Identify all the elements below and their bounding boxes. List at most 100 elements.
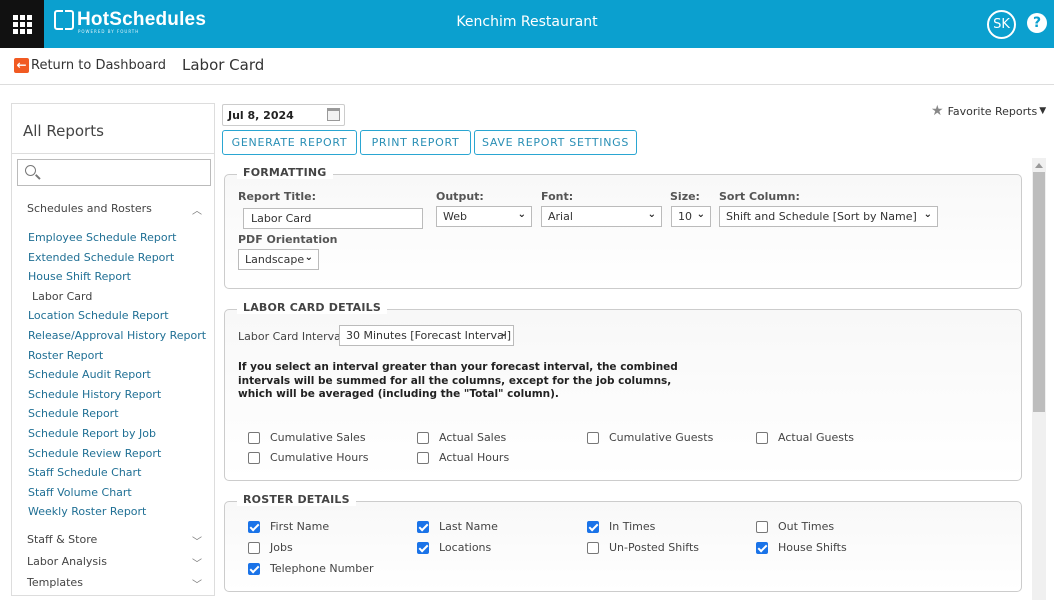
page-title: Labor Card [182, 56, 265, 74]
checkbox-un-posted-shifts[interactable]: Un-Posted Shifts [587, 541, 699, 554]
size-select[interactable]: 10 ⌄ [671, 206, 711, 227]
checkbox-actual-hours[interactable]: Actual Hours [417, 451, 509, 464]
checkbox-telephone-number[interactable]: Telephone Number [248, 562, 374, 575]
checkbox[interactable] [587, 431, 599, 444]
help-icon[interactable]: ? [1027, 13, 1047, 33]
chevron-down-icon: ⌄ [304, 252, 313, 263]
checkbox-label: Jobs [270, 541, 293, 554]
pdf-orientation-select[interactable]: Landscape ⌄ [238, 249, 319, 270]
checkbox[interactable] [417, 541, 429, 554]
checkbox-actual-sales[interactable]: Actual Sales [417, 431, 506, 444]
sort-column-select[interactable]: Shift and Schedule [Sort by Name] ⌄ [719, 206, 938, 227]
interval-note: If you select an interval greater than y… [238, 361, 678, 400]
checkbox[interactable] [248, 541, 260, 554]
report-link[interactable]: Release/Approval History Report [28, 326, 206, 346]
report-link[interactable]: House Shift Report [28, 267, 206, 287]
checkbox[interactable] [756, 431, 768, 444]
report-settings-panel: FORMATTING Report Title: Labor Card Outp… [220, 160, 1034, 600]
roster-legend: ROSTER DETAILS [237, 493, 356, 506]
labor-card-interval-select[interactable]: 30 Minutes [Forecast Interval] ⌄ [339, 325, 514, 346]
report-search-input[interactable] [17, 159, 211, 186]
favorite-reports-dropdown[interactable]: ★ Favorite Reports ▼ [931, 103, 1046, 119]
section-templates[interactable]: Templates ﹀ [27, 576, 202, 591]
checkbox[interactable] [756, 541, 768, 554]
checkbox[interactable] [248, 431, 260, 444]
checkbox[interactable] [587, 541, 599, 554]
section-label: Templates [27, 576, 83, 589]
date-value: Jul 8, 2024 [228, 109, 294, 122]
scroll-up-arrow-icon[interactable] [1035, 163, 1043, 168]
checkbox-locations[interactable]: Locations [417, 541, 491, 554]
checkbox-cumulative-sales[interactable]: Cumulative Sales [248, 431, 366, 444]
sidebar-title: All Reports [12, 104, 214, 154]
checkbox-actual-guests[interactable]: Actual Guests [756, 431, 854, 444]
report-link[interactable]: Schedule Report by Job [28, 424, 206, 444]
report-link[interactable]: Employee Schedule Report [28, 228, 206, 248]
checkbox-label: In Times [609, 520, 656, 533]
checkbox-label: Telephone Number [270, 562, 374, 575]
checkbox-label: Out Times [778, 520, 835, 533]
vertical-scrollbar[interactable] [1032, 158, 1046, 600]
report-link[interactable]: Location Schedule Report [28, 306, 206, 326]
section-schedules-and-rosters[interactable]: Schedules and Rosters ︿ [27, 202, 202, 217]
section-staff-and-store[interactable]: Staff & Store ﹀ [27, 533, 202, 548]
checkbox[interactable] [417, 431, 429, 444]
checkbox-cumulative-hours[interactable]: Cumulative Hours [248, 451, 369, 464]
report-link[interactable]: Schedule Audit Report [28, 365, 206, 385]
scrollbar-thumb[interactable] [1033, 172, 1045, 412]
font-select[interactable]: Arial ⌄ [541, 206, 662, 227]
labor-card-legend: LABOR CARD DETAILS [237, 301, 388, 314]
report-link[interactable]: Weekly Roster Report [28, 502, 206, 522]
chevron-down-icon: ⌄ [647, 209, 656, 220]
checkbox[interactable] [248, 451, 260, 464]
checkbox[interactable] [756, 520, 768, 533]
chevron-down-icon: ⌄ [517, 209, 526, 220]
generate-report-button[interactable]: GENERATE REPORT [222, 130, 357, 155]
save-report-settings-button[interactable]: SAVE REPORT SETTINGS [474, 130, 637, 155]
output-select[interactable]: Web ⌄ [436, 206, 532, 227]
checkbox-house-shifts[interactable]: House Shifts [756, 541, 847, 554]
checkbox[interactable] [248, 562, 260, 575]
section-label: Schedules and Rosters [27, 202, 152, 215]
report-date-input[interactable]: Jul 8, 2024 [222, 104, 345, 126]
orientation-value: Landscape [245, 253, 305, 266]
checkbox-in-times[interactable]: In Times [587, 520, 655, 533]
calendar-icon[interactable] [327, 108, 340, 121]
report-link[interactable]: Staff Volume Chart [28, 483, 206, 503]
checkbox-label: Cumulative Guests [609, 431, 714, 444]
report-link[interactable]: Schedule Review Report [28, 444, 206, 464]
checkbox-first-name[interactable]: First Name [248, 520, 329, 533]
report-title-input[interactable]: Labor Card [243, 208, 423, 229]
checkbox-label: Actual Hours [439, 451, 510, 464]
checkbox[interactable] [587, 520, 599, 533]
checkbox[interactable] [417, 451, 429, 464]
checkbox-cumulative-guests[interactable]: Cumulative Guests [587, 431, 713, 444]
font-label: Font: [541, 190, 574, 203]
section-labor-analysis[interactable]: Labor Analysis ﹀ [27, 555, 202, 570]
star-icon: ★ [931, 103, 944, 119]
checkbox[interactable] [248, 520, 260, 533]
checkbox-last-name[interactable]: Last Name [417, 520, 498, 533]
return-to-dashboard-link[interactable]: ← Return to Dashboard [14, 58, 166, 73]
checkbox-out-times[interactable]: Out Times [756, 520, 834, 533]
user-avatar[interactable]: SK [987, 10, 1016, 39]
caret-down-icon: ▼ [1039, 106, 1047, 116]
report-link[interactable]: Roster Report [28, 346, 206, 366]
chevron-down-icon: ﹀ [192, 559, 202, 570]
formatting-fieldset: FORMATTING Report Title: Labor Card Outp… [224, 166, 1022, 289]
checkbox[interactable] [417, 520, 429, 533]
arrow-left-icon: ← [14, 58, 29, 73]
chevron-down-icon: ⌄ [499, 328, 508, 339]
font-value: Arial [548, 210, 573, 223]
print-report-button[interactable]: PRINT REPORT [360, 130, 471, 155]
pdf-orientation-label: PDF Orientation [238, 233, 338, 246]
report-link[interactable]: Schedule History Report [28, 385, 206, 405]
report-link-active[interactable]: Labor Card [28, 287, 206, 307]
checkbox-jobs[interactable]: Jobs [248, 541, 293, 554]
restaurant-name: Kenchim Restaurant [456, 14, 598, 30]
chevron-down-icon: ﹀ [192, 537, 202, 548]
report-link[interactable]: Extended Schedule Report [28, 248, 206, 268]
formatting-legend: FORMATTING [237, 166, 333, 179]
report-link[interactable]: Staff Schedule Chart [28, 463, 206, 483]
report-link[interactable]: Schedule Report [28, 404, 206, 424]
